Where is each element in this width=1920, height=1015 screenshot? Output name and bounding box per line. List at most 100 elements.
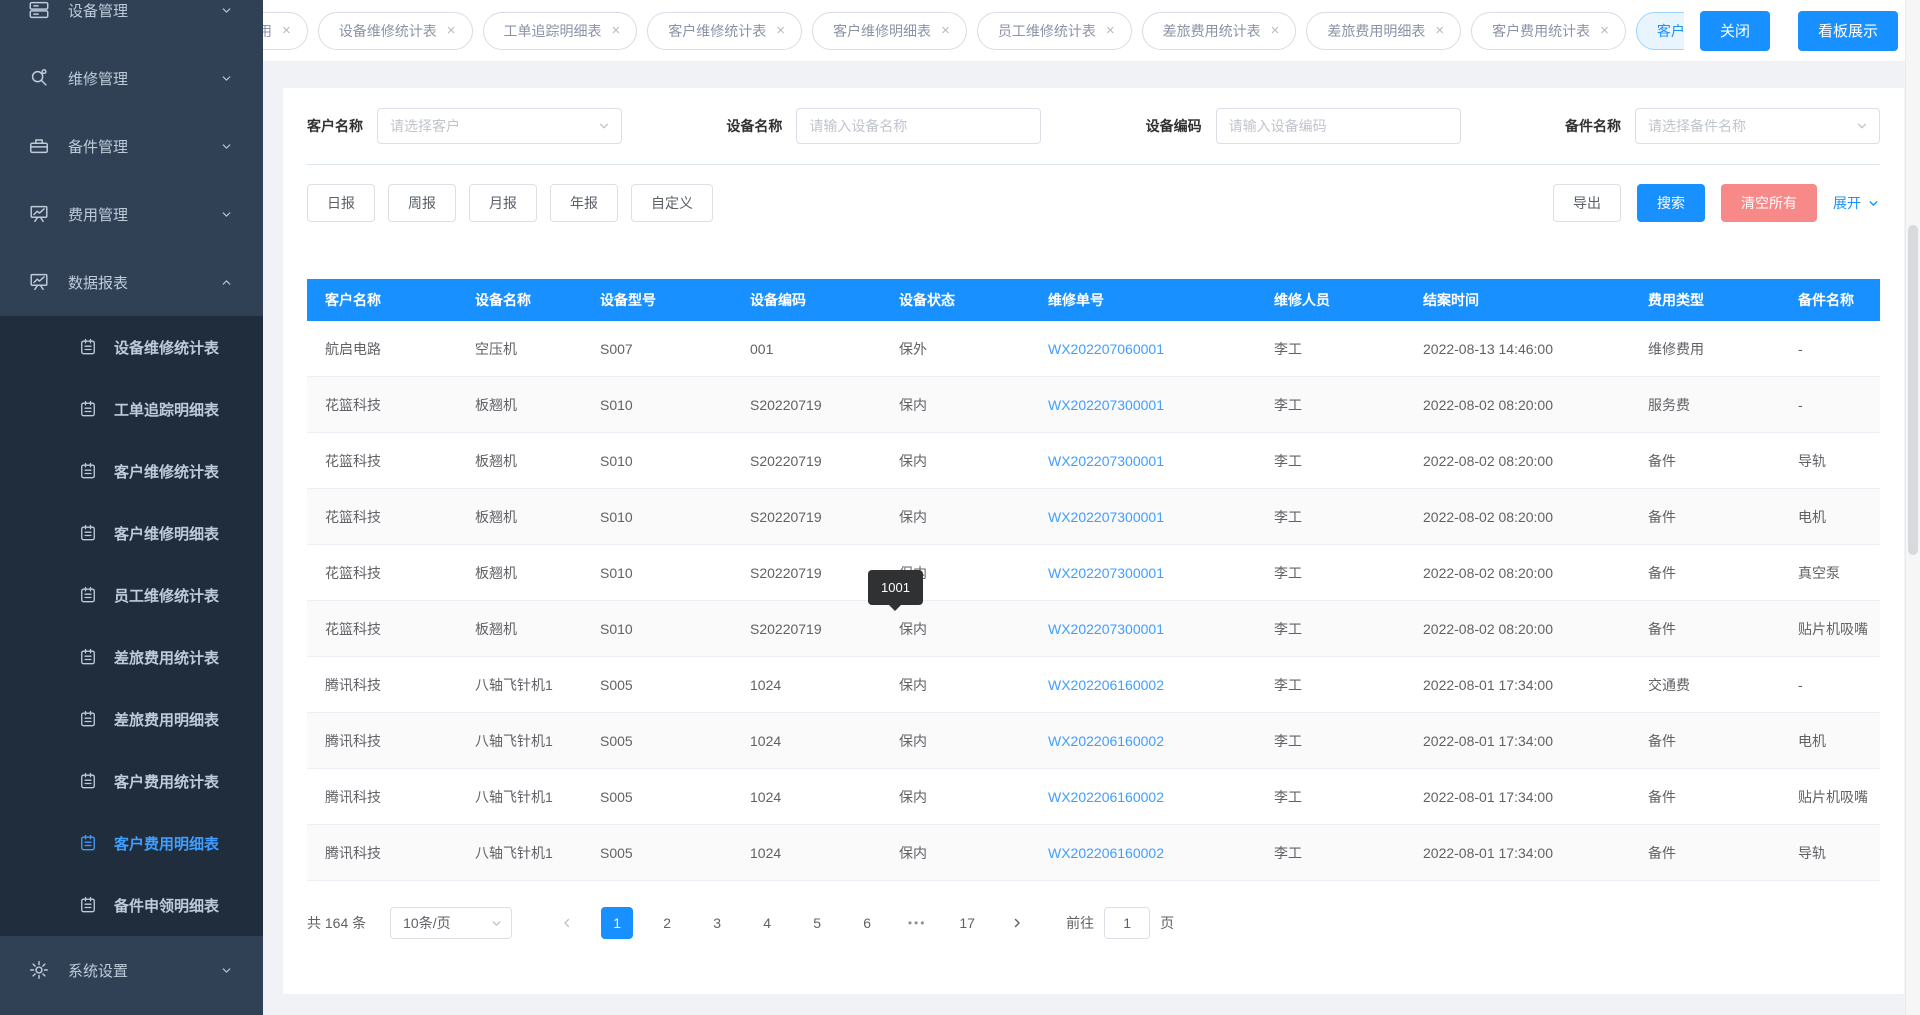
sidebar-subitem-客户费用统计表[interactable]: 客户费用统计表 bbox=[0, 750, 263, 812]
tab-客户费用统计表[interactable]: 客户费用统计表× bbox=[1471, 12, 1626, 50]
board-display-button[interactable]: 看板展示 bbox=[1798, 11, 1898, 51]
sidebar-item-设备管理[interactable]: 设备管理 bbox=[0, 0, 263, 44]
close-icon[interactable]: × bbox=[776, 23, 785, 38]
goto-page: 前往 页 bbox=[1066, 907, 1174, 939]
filter-part-name-select[interactable] bbox=[1635, 108, 1880, 144]
tab-设备维修统计表[interactable]: 设备维修统计表 × bbox=[318, 12, 473, 50]
cell-维修人员: 李工 bbox=[1256, 843, 1405, 863]
close-tabs-button[interactable]: 关闭 bbox=[1700, 11, 1770, 51]
repair-order-link[interactable]: WX202207300001 bbox=[1048, 453, 1164, 469]
customer-name-field[interactable] bbox=[390, 118, 597, 134]
filter-device-name-input[interactable] bbox=[796, 108, 1041, 144]
notebook-icon bbox=[78, 895, 98, 915]
repair-order-link[interactable]: WX202207300001 bbox=[1048, 397, 1164, 413]
goto-page-input[interactable] bbox=[1104, 907, 1150, 939]
sidebar-item-系统设置[interactable]: 系统设置 bbox=[0, 936, 263, 1004]
cell-备件名称: - bbox=[1780, 397, 1880, 413]
cell-结案时间: 2022-08-02 08:20:00 bbox=[1405, 621, 1630, 637]
sidebar-subitem-差旅费用明细表[interactable]: 差旅费用明细表 bbox=[0, 688, 263, 750]
part-name-field[interactable] bbox=[1648, 118, 1855, 134]
filter-customer-name-select[interactable] bbox=[377, 108, 622, 144]
expand-toggle[interactable]: 展开 bbox=[1833, 193, 1880, 213]
cell-备件名称: - bbox=[1780, 677, 1880, 693]
filter-device-code-input[interactable] bbox=[1216, 108, 1461, 144]
export-button[interactable]: 导出 bbox=[1553, 184, 1621, 222]
tab-客户维修统计表[interactable]: 客户维修统计表× bbox=[647, 12, 802, 50]
repair-order-link[interactable]: WX202206160002 bbox=[1048, 677, 1164, 693]
page-size-value: 10条/页 bbox=[403, 913, 490, 933]
close-icon[interactable]: × bbox=[1600, 23, 1609, 38]
page-button-4[interactable]: 4 bbox=[751, 907, 783, 939]
repair-order-link[interactable]: WX202207060001 bbox=[1048, 341, 1164, 357]
report-type-button-日报[interactable]: 日报 bbox=[307, 184, 375, 222]
gear-icon bbox=[28, 959, 50, 981]
tab-overflow[interactable]: 用× bbox=[263, 12, 308, 50]
clear-all-button[interactable]: 清空所有 bbox=[1721, 184, 1817, 222]
toolbar: 日报周报月报年报自定义 导出 搜索 清空所有 展开 bbox=[307, 165, 1880, 241]
sidebar-item-备件管理[interactable]: 备件管理 bbox=[0, 112, 263, 180]
sidebar-subitem-设备维修统计表[interactable]: 设备维修统计表 bbox=[0, 316, 263, 378]
sidebar-subitem-工单追踪明细表[interactable]: 工单追踪明细表 bbox=[0, 378, 263, 440]
page-button-2[interactable]: 2 bbox=[651, 907, 683, 939]
tab-员工维修统计表[interactable]: 员工维修统计表× bbox=[977, 12, 1132, 50]
repair-order-link[interactable]: WX202207300001 bbox=[1048, 621, 1164, 637]
prev-page-button[interactable] bbox=[551, 907, 583, 939]
repair-order-link[interactable]: WX202206160002 bbox=[1048, 789, 1164, 805]
tab-差旅费用明细表[interactable]: 差旅费用明细表× bbox=[1306, 12, 1461, 50]
tab-工单追踪明细表[interactable]: 工单追踪明细表× bbox=[483, 12, 638, 50]
tab-客户维修明细表[interactable]: 客户维修明细表× bbox=[812, 12, 967, 50]
device-name-field[interactable] bbox=[809, 118, 1030, 134]
search-button[interactable]: 搜索 bbox=[1637, 184, 1705, 222]
report-type-button-自定义[interactable]: 自定义 bbox=[631, 184, 713, 222]
table-row: 腾讯科技八轴飞针机1S0051024保内WX202206160002李工2022… bbox=[307, 825, 1880, 881]
sidebar-subitem-客户费用明细表[interactable]: 客户费用明细表 bbox=[0, 812, 263, 874]
sidebar-subitem-差旅费用统计表[interactable]: 差旅费用统计表 bbox=[0, 626, 263, 688]
cell-设备编码: 1024 bbox=[732, 789, 881, 805]
close-icon[interactable]: × bbox=[447, 23, 456, 38]
report-type-button-年报[interactable]: 年报 bbox=[550, 184, 618, 222]
repair-order-link[interactable]: WX202207300001 bbox=[1048, 509, 1164, 525]
sidebar-subitem-备件申领明细表[interactable]: 备件申领明细表 bbox=[0, 874, 263, 936]
sidebar-subitem-员工维修统计表[interactable]: 员工维修统计表 bbox=[0, 564, 263, 626]
column-header-结案时间: 结案时间 bbox=[1405, 290, 1630, 310]
scrollbar-thumb[interactable] bbox=[1908, 225, 1918, 555]
page-button-1[interactable]: 1 bbox=[601, 907, 633, 939]
cell-设备名称: 板翘机 bbox=[457, 563, 582, 583]
table-row: 花篮科技板翘机S010S20220719保内WX202207300001李工20… bbox=[307, 601, 1880, 657]
chevron-right-icon bbox=[1010, 916, 1024, 930]
page-button-6[interactable]: 6 bbox=[851, 907, 883, 939]
sidebar-item-维修管理[interactable]: 维修管理 bbox=[0, 44, 263, 112]
device-code-field[interactable] bbox=[1229, 118, 1450, 134]
repair-order-link[interactable]: WX202206160002 bbox=[1048, 845, 1164, 861]
page-size-select[interactable]: 10条/页 bbox=[390, 907, 512, 939]
close-icon[interactable]: × bbox=[941, 23, 950, 38]
close-icon[interactable]: × bbox=[1106, 23, 1115, 38]
tab-客户费用明细表[interactable]: 客户费用明细表× bbox=[1636, 12, 1684, 50]
report-type-button-周报[interactable]: 周报 bbox=[388, 184, 456, 222]
next-page-button[interactable] bbox=[1001, 907, 1033, 939]
close-icon[interactable]: × bbox=[1435, 23, 1444, 38]
page-button-3[interactable]: 3 bbox=[701, 907, 733, 939]
table-row: 花篮科技板翘机S010S20220719保内WX202207300001李工20… bbox=[307, 377, 1880, 433]
cell-设备状态: 保内 bbox=[881, 787, 1030, 807]
tooltip-text: 1001 bbox=[881, 580, 910, 595]
tab-差旅费用统计表[interactable]: 差旅费用统计表× bbox=[1142, 12, 1297, 50]
report-type-button-月报[interactable]: 月报 bbox=[469, 184, 537, 222]
cell-设备名称: 八轴飞针机1 bbox=[457, 731, 582, 751]
more-pages-icon[interactable]: ••• bbox=[901, 907, 933, 939]
page-scrollbar[interactable] bbox=[1905, 0, 1920, 1015]
close-icon[interactable]: × bbox=[1271, 23, 1280, 38]
repair-order-link[interactable]: WX202207300001 bbox=[1048, 565, 1164, 581]
repair-order-link[interactable]: WX202206160002 bbox=[1048, 733, 1164, 749]
report-card: 客户名称设备名称设备编码备件名称 日报周报月报年报自定义 导出 搜索 清空所有 … bbox=[283, 88, 1904, 994]
close-icon[interactable]: × bbox=[612, 23, 621, 38]
close-icon[interactable]: × bbox=[282, 23, 291, 38]
sidebar-item-费用管理[interactable]: 费用管理 bbox=[0, 180, 263, 248]
page-button-5[interactable]: 5 bbox=[801, 907, 833, 939]
page-button-17[interactable]: 17 bbox=[951, 907, 983, 939]
sidebar-subitem-客户维修统计表[interactable]: 客户维修统计表 bbox=[0, 440, 263, 502]
sidebar-item-数据报表[interactable]: 数据报表 bbox=[0, 248, 263, 316]
cell-设备编码: S20220719 bbox=[732, 397, 881, 413]
tab-label: 设备维修统计表 bbox=[339, 21, 437, 41]
sidebar-subitem-客户维修明细表[interactable]: 客户维修明细表 bbox=[0, 502, 263, 564]
